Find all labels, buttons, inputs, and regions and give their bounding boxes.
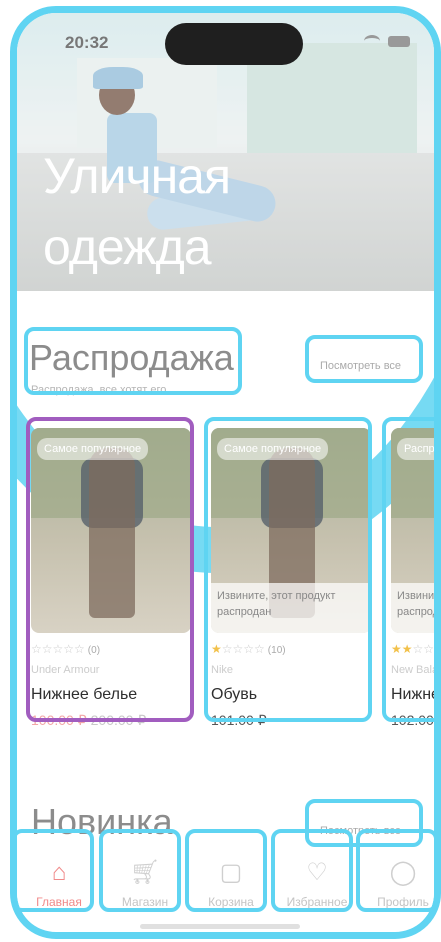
home-indicator xyxy=(140,924,300,929)
status-time: 20:32 xyxy=(65,33,109,52)
sold-out-notice: Извините, этот продукт распродан xyxy=(391,583,434,633)
tab-favorites[interactable]: ♡ Избранное xyxy=(277,851,357,921)
tab-home[interactable]: ⌂ Главная xyxy=(19,851,99,921)
product-rating: ☆☆☆☆☆ (0) xyxy=(31,642,101,656)
battery-icon xyxy=(388,35,410,47)
user-icon: ◯ xyxy=(389,859,417,886)
product-badge: Самое популярное xyxy=(217,438,329,460)
product-brand: Nike xyxy=(211,664,234,676)
cart-icon: 🛒︎ xyxy=(130,859,161,886)
product-card[interactable]: Извините, этот продукт распродан Самое п… xyxy=(211,428,371,728)
sale-section-title: Распродажа xyxy=(29,337,234,378)
product-price: 101.00 ₽ xyxy=(211,712,267,728)
product-card[interactable]: Самое популярное ☆☆☆☆☆ (0) Under Armour Н… xyxy=(31,428,191,728)
phone-frame: Уличная одежда 20:32 Распродажа Распрода… xyxy=(10,6,441,939)
sold-out-notice: Извините, этот продукт распродан xyxy=(211,583,371,633)
product-badge: Самое популярное xyxy=(37,438,149,460)
product-rating: ★☆☆☆☆ (10) xyxy=(211,642,286,656)
new-section-title: Новинка xyxy=(31,801,173,842)
product-badge: Распродажа xyxy=(397,438,434,460)
bag-icon: ▢ xyxy=(219,859,243,886)
bottom-tab-bar: ⌂ Главная 🛒︎ Магазин ▢ Корзина ♡ Избранн… xyxy=(17,839,434,929)
wifi-icon xyxy=(364,35,380,47)
hero-title: Уличная одежда xyxy=(43,148,231,275)
new-see-all-link[interactable]: Посмотреть все xyxy=(320,825,401,837)
camera-notch xyxy=(165,23,303,65)
product-rating: ★★☆☆☆ xyxy=(391,642,435,656)
product-name: Обувь xyxy=(211,686,258,703)
product-brand: New Balance xyxy=(391,664,439,676)
product-card[interactable]: Извините, этот продукт распродан Распрод… xyxy=(391,428,440,728)
product-price: 102.00 ₽ xyxy=(391,712,434,728)
product-name: Нижнее белье xyxy=(31,686,138,703)
sale-see-all-link[interactable]: Посмотреть все xyxy=(320,360,401,372)
tab-cart[interactable]: ▢ Корзина xyxy=(191,851,271,921)
tab-profile[interactable]: ◯ Профиль xyxy=(363,851,434,921)
home-icon: ⌂ xyxy=(51,859,67,886)
product-name: Нижнее белье xyxy=(391,686,440,703)
sale-section-subtitle: Распродажа, все хотят его xyxy=(31,384,167,396)
tab-shop[interactable]: 🛒︎ Магазин xyxy=(105,851,185,921)
heart-icon: ♡ xyxy=(306,859,328,886)
product-price: 100.00 ₽200.00 ₽ xyxy=(31,712,147,728)
product-brand: Under Armour xyxy=(31,664,100,676)
